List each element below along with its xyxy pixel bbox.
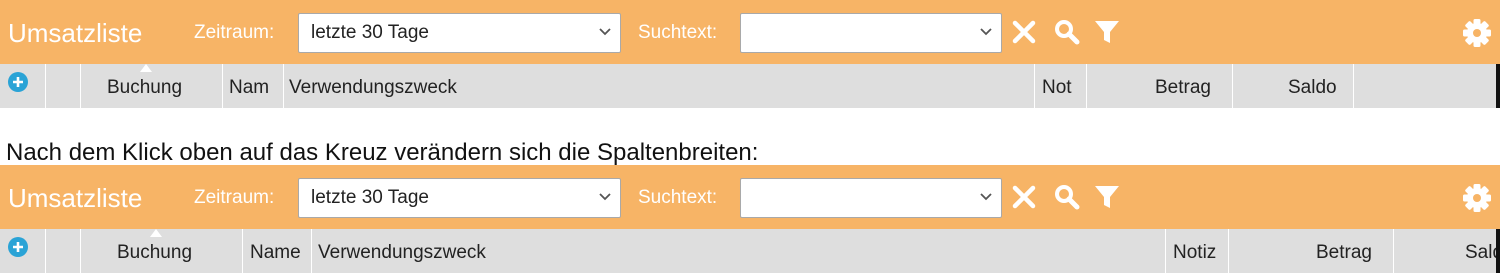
zeitraum-select[interactable]: letzte 30 Tage xyxy=(298,178,621,218)
toolbar: Umsatzliste Zeitraum: letzte 30 Tage Suc… xyxy=(0,165,1500,229)
column-divider xyxy=(1353,64,1354,108)
column-header-buchung[interactable]: Buchung xyxy=(117,242,237,264)
column-divider xyxy=(45,229,46,273)
zeitraum-value: letzte 30 Tage xyxy=(311,22,429,43)
column-header-saldo[interactable]: Saldo xyxy=(1288,77,1348,99)
filter-icon[interactable] xyxy=(1093,18,1121,46)
chevron-down-icon xyxy=(980,193,992,201)
umsatzliste-panel-before: Umsatzliste Zeitraum: letzte 30 Tage Suc… xyxy=(0,0,1500,108)
sort-ascending-icon xyxy=(140,64,152,72)
column-divider xyxy=(80,229,81,273)
column-divider xyxy=(283,64,284,108)
column-divider xyxy=(80,64,81,108)
table-header-row: Buchung Name Verwendungszweck Notiz Betr… xyxy=(0,229,1500,273)
toolbar: Umsatzliste Zeitraum: letzte 30 Tage Suc… xyxy=(0,0,1500,64)
filter-icon[interactable] xyxy=(1093,183,1121,211)
caption-text: Nach dem Klick oben auf das Kreuz veränd… xyxy=(6,139,759,166)
suchtext-label: Suchtext: xyxy=(638,187,718,208)
column-header-betrag[interactable]: Betrag xyxy=(1316,242,1386,264)
app-title: Umsatzliste xyxy=(8,18,143,48)
suchtext-label: Suchtext: xyxy=(638,22,718,43)
scrollbar-edge xyxy=(1496,64,1500,108)
zeitraum-label: Zeitraum: xyxy=(194,187,275,208)
search-icon[interactable] xyxy=(1053,183,1081,211)
app-title: Umsatzliste xyxy=(8,183,143,213)
chevron-down-icon xyxy=(980,28,992,36)
column-header-name[interactable]: Nam xyxy=(229,77,277,99)
suchtext-input[interactable] xyxy=(740,178,1002,218)
column-divider xyxy=(1034,64,1035,108)
column-divider xyxy=(242,229,243,273)
scrollbar-edge xyxy=(1496,229,1500,273)
column-header-name[interactable]: Name xyxy=(250,242,305,264)
column-header-notiz[interactable]: Notiz xyxy=(1173,242,1216,264)
chevron-down-icon xyxy=(599,28,611,36)
column-divider xyxy=(1086,64,1087,108)
chevron-down-icon xyxy=(599,193,611,201)
column-header-verwendungszweck[interactable]: Verwendungszweck xyxy=(289,77,1029,99)
close-icon[interactable] xyxy=(1010,18,1038,46)
umsatzliste-panel-after: Umsatzliste Zeitraum: letzte 30 Tage Suc… xyxy=(0,165,1500,273)
add-icon[interactable] xyxy=(7,236,29,258)
zeitraum-select[interactable]: letzte 30 Tage xyxy=(298,13,621,53)
column-header-notiz[interactable]: Not xyxy=(1042,77,1082,99)
add-icon[interactable] xyxy=(7,71,29,93)
column-header-buchung[interactable]: Buchung xyxy=(107,77,217,99)
gear-icon[interactable] xyxy=(1461,17,1493,49)
close-icon[interactable] xyxy=(1010,183,1038,211)
column-divider xyxy=(311,229,312,273)
column-divider xyxy=(1165,229,1166,273)
column-header-betrag[interactable]: Betrag xyxy=(1155,77,1225,99)
column-divider xyxy=(45,64,46,108)
zeitraum-label: Zeitraum: xyxy=(194,22,275,43)
column-divider xyxy=(1228,229,1229,273)
search-icon[interactable] xyxy=(1053,18,1081,46)
table-header-row: Buchung Nam Verwendungszweck Not Betrag … xyxy=(0,64,1500,108)
column-header-verwendungszweck[interactable]: Verwendungszweck xyxy=(318,242,1158,264)
suchtext-input[interactable] xyxy=(740,13,1002,53)
column-divider xyxy=(1232,64,1233,108)
gear-icon[interactable] xyxy=(1461,182,1493,214)
sort-ascending-icon xyxy=(150,229,162,237)
column-divider xyxy=(1393,229,1394,273)
column-divider xyxy=(222,64,223,108)
zeitraum-value: letzte 30 Tage xyxy=(311,187,429,208)
column-header-saldo[interactable]: Saldo xyxy=(1465,242,1496,264)
